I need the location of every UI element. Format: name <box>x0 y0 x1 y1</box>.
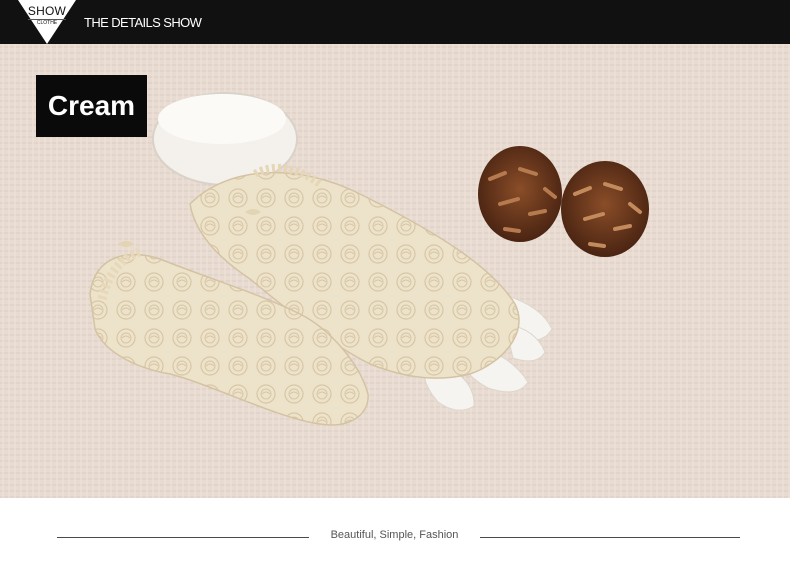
brand-logo: SHOW CLOTHE <box>18 0 76 44</box>
header-bar: SHOW CLOTHE THE DETAILS SHOW <box>0 0 790 44</box>
header-title: THE DETAILS SHOW <box>84 15 202 30</box>
product-photo: Cream <box>0 44 790 498</box>
pinecone-left <box>478 146 562 242</box>
color-label: Cream <box>36 75 147 137</box>
logo-subword: CLOTHE <box>28 19 66 26</box>
footer-tagline: Beautiful, Simple, Fashion <box>330 529 459 541</box>
pinecone-right <box>561 161 649 257</box>
footer: Beautiful, Simple, Fashion <box>0 498 790 561</box>
footer-divider-left <box>57 537 309 538</box>
logo-word: SHOW <box>27 4 67 18</box>
footer-divider-right <box>480 537 740 538</box>
